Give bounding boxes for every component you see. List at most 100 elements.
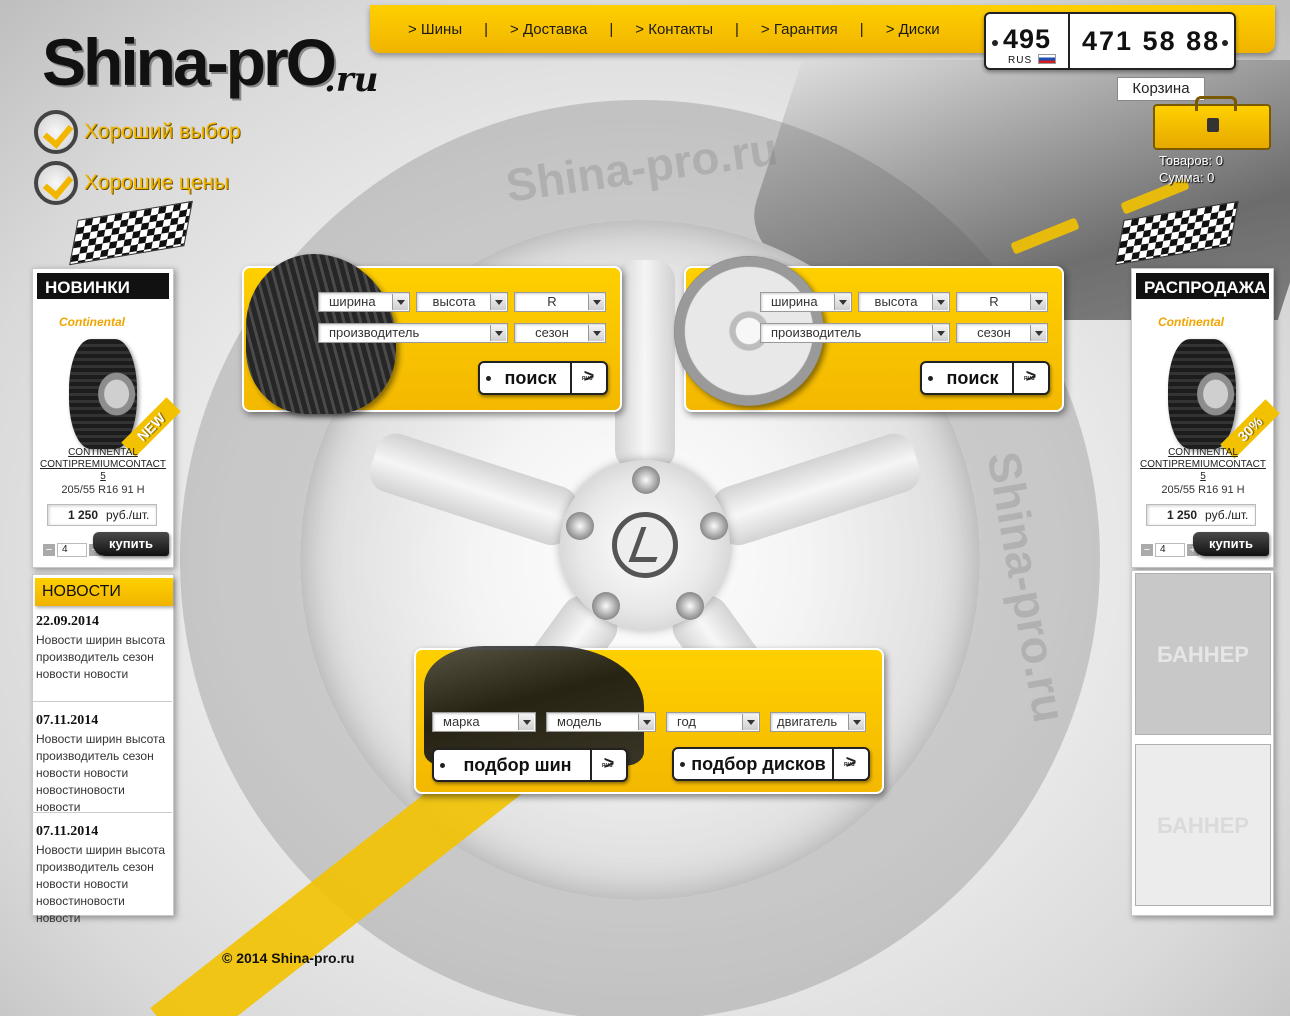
chevron-down-icon <box>742 714 758 730</box>
news-date: 07.11.2014 <box>36 713 99 728</box>
select-value: двигатель <box>777 714 838 729</box>
phone-code: 495 <box>1002 24 1052 54</box>
rim-spoke <box>615 260 675 470</box>
banner-2[interactable]: БАННЕР <box>1135 744 1271 906</box>
select-value: высота <box>874 294 918 309</box>
lug-nut-icon <box>566 512 594 540</box>
price-unit: руб./шт. <box>1205 508 1249 522</box>
tyre-maker-select[interactable]: производитель <box>318 323 508 343</box>
qty-minus-button[interactable]: − <box>43 544 55 556</box>
arrow-right-icon: > RUS <box>590 750 626 780</box>
button-label: подбор шин <box>463 754 572 775</box>
nav-separator: | <box>609 20 614 38</box>
cart-label[interactable]: Корзина <box>1117 77 1205 101</box>
news-text: Новости ширин высота производитель сезон… <box>36 843 166 925</box>
rim-season-select[interactable]: сезон <box>956 323 1048 343</box>
chevron-down-icon <box>588 325 604 341</box>
brand-logo: Continental <box>59 315 125 329</box>
product-size: 205/55 R16 91 H <box>61 484 145 496</box>
tyre-radius-select[interactable]: R <box>514 292 606 312</box>
tyre-height-select[interactable]: высота <box>416 292 508 312</box>
tyre-product-image[interactable] <box>1168 339 1236 449</box>
select-value: сезон <box>977 325 1011 340</box>
news-item[interactable]: 07.11.2014 Новости ширин высота производ… <box>36 824 172 927</box>
sale-box: РАСПРОДАЖА Continental 30% CONTINENTAL C… <box>1131 268 1280 568</box>
nav-rims[interactable]: > Диски <box>886 21 940 38</box>
product-price: 1 250 руб./шт. <box>47 504 157 526</box>
tyre-search-button[interactable]: поиск > RUS <box>478 361 608 395</box>
car-year-select[interactable]: год <box>666 712 760 732</box>
cart-toolbox-icon[interactable] <box>1153 96 1271 150</box>
lock-icon <box>1207 118 1219 132</box>
tyre-width-select[interactable]: ширина <box>318 292 410 312</box>
logo-text: Shina-prO <box>42 25 337 99</box>
slogan-good-choice: Хороший выбор <box>34 110 241 154</box>
tyre-season-select[interactable]: сезон <box>514 323 606 343</box>
qty-input[interactable]: 4 <box>1155 543 1185 557</box>
select-value: R <box>547 294 557 309</box>
sale-title: РАСПРОДАЖА <box>1134 271 1271 301</box>
site-logo[interactable]: Shina-prO .ru <box>42 24 402 104</box>
rim-search-button[interactable]: поиск > RUS <box>920 361 1050 395</box>
car-make-select[interactable]: марка <box>432 712 536 732</box>
chevron-down-icon <box>490 325 506 341</box>
select-value: сезон <box>535 325 569 340</box>
qty-minus-button[interactable]: − <box>1141 544 1153 556</box>
nav-warranty[interactable]: > Гарантия <box>761 21 838 38</box>
select-value: ширина <box>329 294 376 309</box>
rim-maker-select[interactable]: производитель <box>760 323 950 343</box>
nav-contacts[interactable]: > Контакты <box>635 21 713 38</box>
rim-width-select[interactable]: ширина <box>760 292 852 312</box>
news-title: НОВОСТИ <box>35 578 173 606</box>
nav-delivery[interactable]: > Доставка <box>510 21 587 38</box>
news-date: 22.09.2014 <box>36 614 99 629</box>
qty-input[interactable]: 4 <box>57 543 87 557</box>
news-item[interactable]: 22.09.2014 Новости ширин высота производ… <box>36 614 172 683</box>
select-value: производитель <box>329 325 420 340</box>
rim-search-panel: ширина высота R производитель сезон поис… <box>674 256 1064 412</box>
chevron-down-icon <box>932 294 948 310</box>
news-item[interactable]: 07.11.2014 Новости ширин высота производ… <box>36 713 172 816</box>
nav-separator: | <box>859 20 864 38</box>
rim-selection-button[interactable]: подбор дисков > RUS <box>672 747 870 781</box>
tyre-selection-button[interactable]: подбор шин > RUS <box>432 748 628 782</box>
new-products-title: НОВИНКИ <box>35 271 171 301</box>
lug-nut-icon <box>592 592 620 620</box>
rim-radius-select[interactable]: R <box>956 292 1048 312</box>
arrow-right-icon: > RUS <box>570 363 606 393</box>
slogan-text: Хорошие цены <box>84 171 230 194</box>
logo-domain: .ru <box>324 60 379 100</box>
product-name-link[interactable]: CONTINENTAL CONTIPREMIUMCONTACT 5 <box>1138 447 1268 483</box>
mini-plate-text: RUS <box>844 762 855 768</box>
chevron-down-icon <box>1030 325 1046 341</box>
tyre-search-panel: ширина высота R производитель сезон поис… <box>242 254 622 414</box>
brand-logo: Continental <box>1158 315 1224 329</box>
product-price: 1 250 руб./шт. <box>1146 504 1256 526</box>
checkmark-icon <box>34 110 78 154</box>
banner-1[interactable]: БАННЕР <box>1135 573 1271 735</box>
nav-tyres[interactable]: > Шины <box>408 21 462 38</box>
car-engine-select[interactable]: двигатель <box>770 712 866 732</box>
phone-code-block: 495 RUS <box>986 14 1070 68</box>
lug-nut-icon <box>676 592 704 620</box>
lexus-logo-icon <box>612 512 678 578</box>
button-label: поиск <box>946 367 999 388</box>
chevron-down-icon <box>638 714 654 730</box>
mini-plate-text: RUS <box>602 763 613 769</box>
price-value: 1 250 <box>1167 508 1198 522</box>
arrow-right-icon: > RUS <box>1012 363 1048 393</box>
price-unit: руб./шт. <box>106 508 150 522</box>
button-label: поиск <box>504 367 557 388</box>
mini-plate-text: RUS <box>582 376 593 382</box>
buy-button[interactable]: купить <box>93 532 169 556</box>
tyre-product-image[interactable] <box>69 339 137 449</box>
phone-number: 471 58 88 <box>1082 25 1221 56</box>
car-model-select[interactable]: модель <box>546 712 656 732</box>
rim-height-select[interactable]: высота <box>858 292 950 312</box>
news-text: Новости ширин высота производитель сезон… <box>36 732 166 814</box>
product-name-link[interactable]: CONTINENTAL CONTIPREMIUMCONTACT 5 <box>38 447 168 483</box>
button-label: подбор дисков <box>691 753 826 774</box>
buy-button[interactable]: купить <box>1193 532 1269 556</box>
select-value: высота <box>432 294 476 309</box>
mini-plate-text: RUS <box>1024 376 1035 382</box>
